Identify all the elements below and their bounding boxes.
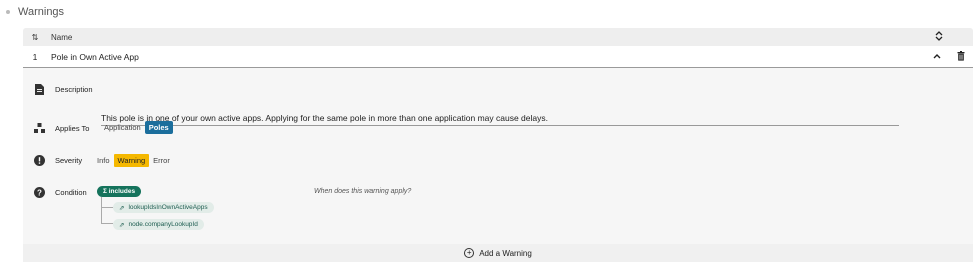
applies-to-option-poles[interactable]: Poles: [144, 121, 173, 134]
help-icon: ?: [33, 186, 45, 198]
severity-option-info[interactable]: Info: [93, 154, 114, 167]
alert-icon: [33, 154, 45, 166]
delete-icon[interactable]: [957, 51, 965, 61]
severity-option-warning[interactable]: Warning: [113, 154, 150, 167]
table-header: ⇅ Name: [23, 28, 973, 46]
row-title: Pole in Own Active App: [51, 51, 139, 62]
chevron-up-icon[interactable]: [933, 52, 941, 61]
condition-operand-chip[interactable]: ⇗ lookupIdsInOwnActiveApps: [113, 202, 214, 213]
severity-label: Severity: [55, 155, 83, 165]
severity-option-error[interactable]: Error: [149, 154, 174, 167]
severity-field: Severity: [33, 154, 82, 166]
applies-to-option-application[interactable]: Application: [100, 121, 145, 134]
bullet-icon: [6, 10, 10, 14]
hierarchy-icon: [33, 122, 45, 134]
condition-field: ? Condition: [33, 186, 87, 198]
description-label: Description: [55, 84, 93, 94]
document-icon: [33, 83, 45, 95]
section-title: Warnings: [18, 6, 65, 18]
condition-hint: When does this warning apply?: [314, 188, 412, 195]
applies-to-toggle: Application Poles: [100, 121, 173, 134]
section-header: Warnings: [6, 6, 64, 18]
add-circle-icon: +: [464, 248, 475, 258]
tree-connector: [101, 206, 113, 224]
description-field: Description: [33, 83, 93, 95]
severity-toggle: Info Warning Error: [93, 154, 174, 167]
variable-icon: ⇗: [119, 221, 125, 229]
condition-operator-chip[interactable]: Σ includes: [97, 186, 142, 197]
applies-to-label: Applies To: [55, 123, 90, 133]
column-header-name[interactable]: Name: [51, 33, 72, 42]
row-number: 1: [32, 51, 38, 62]
applies-to-field: Applies To: [33, 122, 89, 134]
condition-operand-chip[interactable]: ⇗ node.companyLookupId: [113, 219, 204, 230]
add-warning-button[interactable]: + Add a Warning: [23, 244, 973, 262]
variable-icon: ⇗: [119, 204, 125, 212]
sort-icon[interactable]: ⇅: [23, 33, 47, 42]
svg-text:?: ?: [37, 188, 42, 197]
operand-label: node.companyLookupId: [128, 221, 198, 228]
add-warning-label: Add a Warning: [479, 248, 532, 258]
condition-label: Condition: [55, 187, 87, 197]
warnings-table: ⇅ Name 1 Pole in Own Active App Descript…: [23, 28, 973, 262]
table-row[interactable]: 1 Pole in Own Active App: [23, 46, 973, 68]
operand-label: lookupIdsInOwnActiveApps: [128, 204, 208, 211]
description-input[interactable]: This pole is in one of your own active a…: [101, 112, 899, 126]
warning-detail: Description This pole is in one of your …: [23, 69, 973, 244]
chevron-updown-icon[interactable]: [935, 31, 943, 43]
